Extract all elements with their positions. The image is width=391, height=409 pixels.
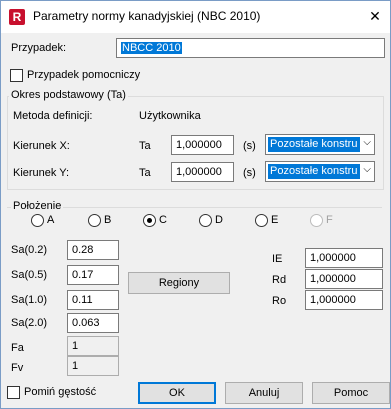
dir-y-unit: (s): [243, 167, 256, 179]
location-radio-c[interactable]: [143, 214, 156, 227]
cancel-button[interactable]: Anuluj: [225, 382, 303, 404]
location-label-e: E: [271, 214, 279, 226]
title-bar: R Parametry normy kanadyjskiej (NBC 2010…: [1, 1, 390, 33]
dir-x-structure-select[interactable]: Pozostałe konstru ⌵: [265, 134, 375, 155]
regions-button[interactable]: Regiony: [128, 272, 230, 294]
location-label-f: F: [326, 214, 333, 226]
ie-label: IE: [272, 253, 283, 265]
case-input[interactable]: NBCC 2010: [116, 38, 385, 58]
sa10-label: Sa(1.0): [11, 294, 48, 306]
base-period-title: Okres podstawowy (Ta): [9, 89, 128, 101]
fv-value: 1: [67, 356, 119, 376]
sa20-input[interactable]: 0.063: [67, 313, 119, 333]
location-radio-a[interactable]: [31, 214, 44, 227]
close-button[interactable]: ✕: [360, 1, 390, 31]
help-button[interactable]: Pomoc: [312, 382, 390, 404]
skip-density-label: Pomiń gęstość: [24, 386, 97, 398]
location-radio-b[interactable]: [88, 214, 101, 227]
ro-input[interactable]: 1,000000: [305, 290, 383, 310]
location-label-a: A: [47, 214, 55, 226]
sa02-input[interactable]: 0.28: [67, 240, 119, 260]
sa02-label: Sa(0.2): [11, 244, 48, 256]
dir-x-unit: (s): [243, 140, 256, 152]
dir-y-structure-select[interactable]: Pozostałe konstru ⌵: [265, 161, 375, 182]
method-label: Metoda definicji:: [13, 110, 93, 122]
rd-label: Rd: [272, 274, 287, 286]
dialog-window: R Parametry normy kanadyjskiej (NBC 2010…: [0, 0, 391, 409]
location-radio-f: [310, 214, 323, 227]
location-label-b: B: [104, 214, 112, 226]
method-value: Użytkownika: [139, 110, 201, 122]
chevron-down-icon: ⌵: [363, 164, 371, 175]
location-radio-d[interactable]: [199, 214, 212, 227]
chevron-down-icon: ⌵: [363, 137, 371, 148]
skip-density-checkbox[interactable]: [7, 386, 20, 399]
ro-label: Ro: [272, 295, 287, 307]
ie-input[interactable]: 1,000000: [305, 248, 383, 268]
sa05-input[interactable]: 0.17: [67, 265, 119, 285]
fv-label: Fv: [11, 362, 24, 374]
dir-y-ta-label: Ta: [139, 167, 151, 179]
case-label: Przypadek:: [11, 42, 67, 54]
dir-x-ta-input[interactable]: 1,000000: [171, 135, 234, 155]
dir-y-ta-input[interactable]: 1,000000: [171, 162, 234, 182]
dir-x-label: Kierunek X:: [13, 140, 70, 152]
app-icon: R: [9, 9, 25, 25]
dir-x-ta-label: Ta: [139, 140, 151, 152]
sa20-label: Sa(2.0): [11, 317, 48, 329]
sa10-input[interactable]: 0.11: [67, 290, 119, 310]
dir-x-structure-value: Pozostałe konstru: [268, 137, 360, 152]
sa05-label: Sa(0.5): [11, 269, 48, 281]
location-title: Położenie: [11, 200, 64, 212]
dir-y-structure-value: Pozostałe konstru: [268, 164, 360, 179]
location-label-d: D: [215, 214, 223, 226]
fa-value: 1: [67, 336, 119, 356]
fa-label: Fa: [11, 342, 24, 354]
rd-input[interactable]: 1,000000: [305, 269, 383, 289]
case-input-value: NBCC 2010: [121, 42, 182, 54]
aux-case-checkbox[interactable]: [10, 69, 23, 82]
dir-y-label: Kierunek Y:: [13, 167, 70, 179]
location-label-c: C: [159, 214, 167, 226]
location-radio-e[interactable]: [255, 214, 268, 227]
aux-case-label: Przypadek pomocniczy: [27, 69, 141, 81]
window-title: Parametry normy kanadyjskiej (NBC 2010): [33, 9, 261, 23]
ok-button[interactable]: OK: [138, 382, 216, 404]
